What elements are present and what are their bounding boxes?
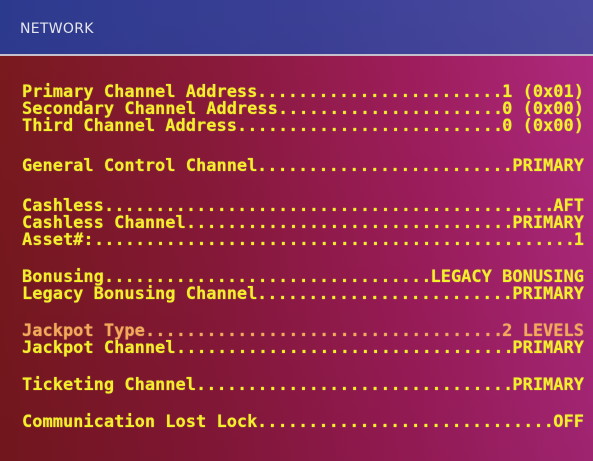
setting-label: General Control Channel: [22, 156, 258, 176]
setting-value: OFF: [553, 412, 584, 432]
settings-group: ........................................…: [22, 414, 584, 431]
dot-leader: ........................................…: [278, 101, 502, 118]
dot-leader: ........................................…: [237, 118, 502, 135]
setting-row[interactable]: ........................................…: [22, 377, 584, 394]
setting-value: 0 (0x00): [502, 116, 584, 136]
dot-leader: ........................................…: [196, 377, 512, 394]
network-settings-screen: NETWORK ................................…: [0, 0, 593, 461]
setting-row[interactable]: ........................................…: [22, 232, 584, 249]
setting-value: 1: [573, 230, 584, 250]
setting-row[interactable]: ........................................…: [22, 286, 584, 303]
setting-value: PRIMARY: [512, 284, 584, 304]
dot-leader: ........................................…: [257, 286, 512, 303]
settings-group: ........................................…: [22, 377, 584, 394]
setting-label: Asset#:: [22, 230, 94, 250]
setting-label: Third Channel Address: [22, 116, 237, 136]
page-title: NETWORK: [20, 21, 94, 37]
settings-group: ........................................…: [22, 198, 584, 249]
setting-row[interactable]: ........................................…: [22, 158, 584, 175]
dot-leader: ........................................…: [94, 232, 574, 249]
dot-leader: ........................................…: [257, 84, 502, 101]
setting-label: Legacy Bonusing Channel: [22, 284, 258, 304]
settings-group: ........................................…: [22, 323, 584, 357]
dot-leader: ........................................…: [257, 414, 553, 431]
setting-row[interactable]: ........................................…: [22, 340, 584, 357]
settings-group: ........................................…: [22, 269, 584, 303]
dot-leader: ........................................…: [176, 340, 512, 357]
settings-list: ........................................…: [22, 84, 584, 431]
setting-row[interactable]: ........................................…: [22, 414, 584, 431]
settings-group: ........................................…: [22, 84, 584, 135]
setting-row[interactable]: ........................................…: [22, 215, 584, 232]
setting-row[interactable]: ........................................…: [22, 118, 584, 135]
setting-value: PRIMARY: [512, 375, 584, 395]
setting-label: Communication Lost Lock: [22, 412, 258, 432]
dot-leader: ........................................…: [257, 158, 512, 175]
setting-value: PRIMARY: [512, 338, 584, 358]
settings-group: ........................................…: [22, 158, 584, 175]
setting-label: Jackpot Channel: [22, 338, 176, 358]
setting-value: PRIMARY: [512, 156, 584, 176]
dot-leader: ........................................…: [145, 323, 502, 340]
setting-label: Ticketing Channel: [22, 375, 196, 395]
dot-leader: ........................................…: [186, 215, 512, 232]
title-bar: NETWORK: [0, 0, 593, 56]
